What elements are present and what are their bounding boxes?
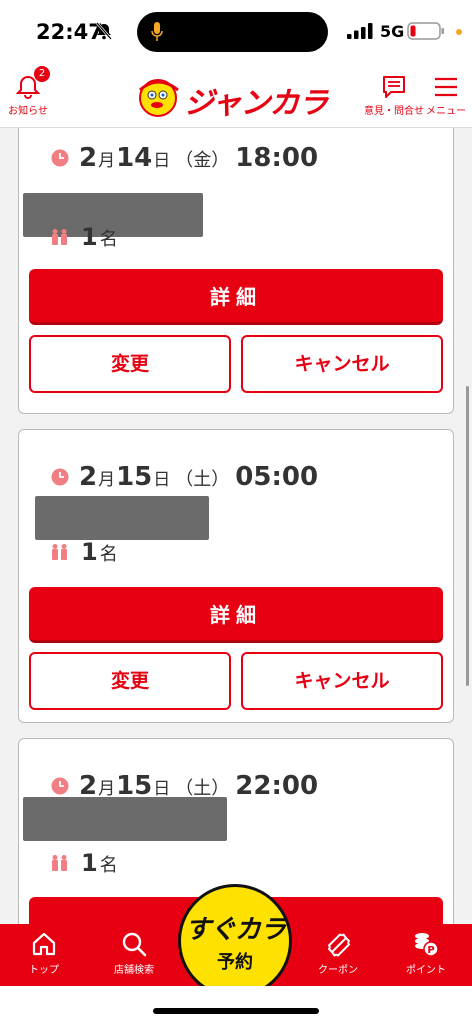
clock-icon: [51, 149, 69, 167]
cancel-button[interactable]: キャンセル: [241, 335, 443, 393]
nav-coupon[interactable]: クーポン: [298, 930, 378, 976]
quick-reserve-title: すぐカラ: [184, 915, 286, 945]
nav-top[interactable]: トップ: [4, 930, 84, 976]
nav-store-search-label: 店舗検索: [114, 965, 154, 976]
privacy-indicator: [456, 29, 462, 35]
day: 15: [116, 462, 153, 492]
svg-text:P: P: [427, 945, 434, 956]
people-unit: 名: [99, 544, 118, 565]
hamburger-menu-icon: [435, 77, 457, 97]
redacted-store-name: [23, 797, 227, 841]
clock-icon: [51, 777, 69, 795]
bell-muted-icon: [96, 22, 112, 40]
month-unit: 月: [98, 151, 116, 171]
point-coins-icon: P: [415, 933, 439, 957]
notice-label: お知らせ: [8, 106, 48, 117]
opinion-contact-button[interactable]: 意見・問合せ: [364, 66, 424, 117]
change-button[interactable]: 変更: [29, 335, 231, 393]
status-time: 22:47: [36, 20, 103, 44]
reservation-people: 1 名: [51, 223, 118, 251]
detail-button[interactable]: 詳細: [29, 587, 443, 643]
day-unit: 日: [153, 151, 171, 171]
dynamic-island: [137, 12, 328, 52]
day: 14: [116, 143, 153, 173]
menu-label: メニュー: [426, 106, 466, 117]
search-icon: [122, 932, 147, 957]
redacted-store-name: [35, 496, 209, 540]
home-indicator[interactable]: [153, 1008, 319, 1014]
notice-button[interactable]: 2 お知らせ: [6, 66, 50, 117]
signal-icon: [347, 23, 373, 39]
day-unit: 日: [153, 470, 171, 490]
people-unit: 名: [99, 229, 118, 250]
logo-text: ジャンカラ: [184, 86, 328, 121]
scrollbar[interactable]: [466, 386, 469, 686]
reservation-datetime: 2 月 15 日 （土） 05:00: [51, 462, 318, 492]
weekday: （金）: [175, 150, 230, 171]
microphone-icon: [151, 22, 163, 41]
reservation-time: 22:00: [235, 771, 319, 801]
reservation-time: 18:00: [235, 143, 319, 173]
battery-icon: [407, 22, 444, 40]
status-bar: 22:47 5G: [0, 0, 472, 62]
reservation-list[interactable]: 2 月 14 日 （金） 18:00 1 名 詳細 変更 キャンセル 2 月 1…: [0, 128, 472, 924]
mascot-logo-icon: [139, 79, 179, 117]
janakara-logo[interactable]: ジャンカラ: [136, 76, 336, 121]
people-icon: [52, 855, 67, 871]
app-header: 2 お知らせ ジャンカラ 意見・問合せ メニュー: [0, 62, 472, 128]
home-indicator-area: [0, 986, 472, 1024]
ticket-icon: [328, 933, 350, 957]
weekday: （土）: [175, 469, 230, 490]
reservation-card: 2 月 14 日 （金） 18:00 1 名 詳細 変更 キャンセル: [18, 128, 454, 414]
reservation-people: 1 名: [51, 538, 118, 566]
clock-icon: [51, 468, 69, 486]
reservation-people: 1 名: [51, 849, 118, 877]
chat-icon: [383, 76, 405, 98]
nav-top-label: トップ: [29, 965, 59, 976]
nav-store-search[interactable]: 店舗検索: [94, 930, 174, 976]
reservation-card: 2 月 15 日 （土） 05:00 1 名 詳細 変更 キャンセル: [18, 429, 454, 723]
quick-reserve-button[interactable]: すぐカラ 予約: [178, 884, 292, 998]
people-icon: [52, 229, 67, 245]
nav-point-label: ポイント: [406, 965, 446, 976]
reservation-datetime: 2 月 14 日 （金） 18:00: [51, 143, 318, 173]
nav-point[interactable]: P ポイント: [386, 930, 466, 976]
month-unit: 月: [98, 470, 116, 490]
reservation-time: 05:00: [235, 462, 319, 492]
month: 2: [79, 143, 98, 173]
month-unit: 月: [98, 779, 116, 799]
people-icon: [52, 544, 67, 560]
home-icon: [32, 932, 56, 956]
people-count: 1: [81, 223, 98, 251]
notice-badge: 2: [34, 66, 50, 82]
change-button[interactable]: 変更: [29, 652, 231, 710]
day-unit: 日: [153, 779, 171, 799]
people-count: 1: [81, 538, 98, 566]
network-type: 5G: [380, 22, 405, 41]
people-unit: 名: [99, 855, 118, 876]
cancel-button[interactable]: キャンセル: [241, 652, 443, 710]
nav-coupon-label: クーポン: [318, 965, 358, 976]
menu-button[interactable]: メニュー: [424, 66, 468, 117]
quick-reserve-subtitle: 予約: [217, 952, 253, 973]
people-count: 1: [81, 849, 98, 877]
opinion-label: 意見・問合せ: [364, 106, 424, 117]
month: 2: [79, 462, 98, 492]
detail-button[interactable]: 詳細: [29, 269, 443, 325]
